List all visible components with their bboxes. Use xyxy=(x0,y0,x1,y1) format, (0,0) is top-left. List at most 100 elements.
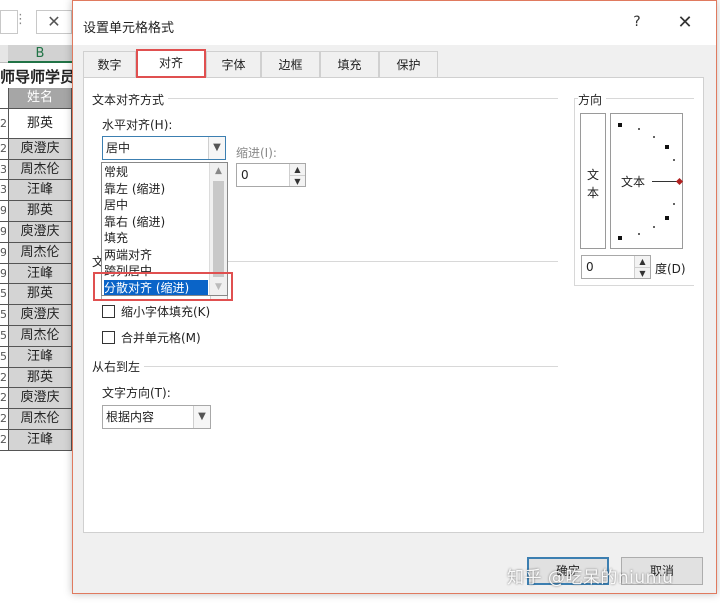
dialog-titlebar: 设置单元格格式 ? ✕ xyxy=(73,1,716,45)
row-number: 9 xyxy=(0,245,6,259)
tab-font[interactable]: 字体 xyxy=(206,51,261,77)
checkbox-box[interactable] xyxy=(102,305,115,318)
close-button[interactable]: ✕ xyxy=(673,12,697,36)
spreadsheet-background: ⋮ ✕ B 师导师学员 姓名 2 那英 2 庾澄庆 3 周杰伦 3 汪峰 9 那英 9 庾澄庆 9 周杰伦… xyxy=(0,0,80,603)
row-number: 9 xyxy=(0,204,6,218)
indent-spin-buttons[interactable]: ▲ ▼ xyxy=(289,164,305,186)
indent-spinner[interactable]: 0 ▲ ▼ xyxy=(236,163,306,187)
spin-up-icon[interactable]: ▲ xyxy=(290,164,305,175)
degrees-label: 度(D) xyxy=(655,262,686,276)
row-number xyxy=(0,88,6,108)
horizontal-align-label: 水平对齐(H): xyxy=(102,118,173,132)
name-cell[interactable]: 那英 xyxy=(8,284,72,305)
name-cell[interactable]: 汪峰 xyxy=(8,346,72,367)
format-cells-dialog: 设置单元格格式 ? ✕ 数字 对齐 字体 边框 填充 保护 文本对齐方式 水平对… xyxy=(72,0,717,594)
orientation-control: 文 本 文本 xyxy=(580,113,694,253)
table-row[interactable]: 2 那英 xyxy=(0,367,80,389)
dropdown-option[interactable]: 居中 xyxy=(104,197,208,214)
spin-down-icon[interactable]: ▼ xyxy=(635,267,650,278)
dropdown-option[interactable]: 靠左 (缩进) xyxy=(104,181,208,198)
checkbox-box[interactable] xyxy=(102,331,115,344)
merge-cells-label: 合并单元格(M) xyxy=(121,331,201,345)
text-direction-value: 根据内容 xyxy=(106,410,155,424)
cancel-formula-icon[interactable]: ✕ xyxy=(36,10,72,34)
row-number: 2 xyxy=(0,391,6,405)
row-number: 9 xyxy=(0,266,6,280)
chevron-down-icon[interactable]: ▼ xyxy=(208,137,225,159)
table-row[interactable]: 5 那英 xyxy=(0,284,80,306)
table-row[interactable]: 2 庾澄庆 xyxy=(0,138,80,160)
formula-bar-dots: ⋮ xyxy=(14,12,27,27)
name-cell[interactable]: 汪峰 xyxy=(8,263,72,284)
name-cell[interactable]: 周杰伦 xyxy=(8,325,72,346)
horizontal-align-combo[interactable]: 居中 ▼ xyxy=(102,136,226,160)
dropdown-option[interactable]: 两端对齐 xyxy=(104,247,208,264)
spin-up-icon[interactable]: ▲ xyxy=(635,256,650,267)
name-cell[interactable]: 周杰伦 xyxy=(8,242,72,263)
dropdown-option[interactable]: 常规 xyxy=(104,164,208,181)
dial-handle[interactable] xyxy=(675,177,684,186)
row-number: 5 xyxy=(0,308,6,322)
dial-marker xyxy=(618,123,622,127)
table-row[interactable]: 5 汪峰 xyxy=(0,346,80,368)
table-row[interactable]: 5 庾澄庆 xyxy=(0,305,80,326)
table-row[interactable]: 2 庾澄庆 xyxy=(0,388,80,410)
table-row[interactable]: 2 周杰伦 xyxy=(0,409,80,430)
spin-down-icon[interactable]: ▼ xyxy=(290,175,305,186)
table-row[interactable]: 3 周杰伦 xyxy=(0,159,80,181)
dial-marker xyxy=(665,145,669,149)
scroll-thumb[interactable] xyxy=(213,181,224,277)
help-button[interactable]: ? xyxy=(627,14,647,34)
name-cell[interactable]: 那英 xyxy=(8,367,72,388)
dropdown-option[interactable]: 靠右 (缩进) xyxy=(104,214,208,231)
name-cell[interactable]: 周杰伦 xyxy=(8,409,72,429)
table-row[interactable]: 9 汪峰 xyxy=(0,263,80,285)
table-header-row[interactable]: 姓名 xyxy=(0,88,80,109)
tab-fill[interactable]: 填充 xyxy=(320,51,379,77)
column-header-bar: B xyxy=(0,45,80,63)
table-row[interactable]: 2 汪峰 xyxy=(0,429,80,451)
dial-marker xyxy=(618,236,622,240)
degrees-spinner[interactable]: 0 ▲ ▼ xyxy=(581,255,651,279)
table-row[interactable]: 5 周杰伦 xyxy=(0,325,80,347)
table-row[interactable]: 2 那英 xyxy=(0,108,80,139)
table-row[interactable]: 3 汪峰 xyxy=(0,180,80,202)
table-row[interactable]: 9 那英 xyxy=(0,201,80,222)
tab-protection[interactable]: 保护 xyxy=(379,51,438,77)
vertical-text-button[interactable]: 文 本 xyxy=(580,113,606,249)
table-row[interactable]: 9 周杰伦 xyxy=(0,242,80,264)
text-direction-label: 文字方向(T): xyxy=(102,386,171,400)
name-cell[interactable]: 庾澄庆 xyxy=(8,305,72,325)
row-number: 2 xyxy=(0,432,6,446)
sheet-rows: 姓名 2 那英 2 庾澄庆 3 周杰伦 3 汪峰 9 那英 9 庾澄庆 9 周杰伦 9 汪峰 5 那英 5 庾澄庆 5 周… xyxy=(0,88,80,451)
name-cell[interactable]: 汪峰 xyxy=(8,180,72,201)
orientation-dial[interactable]: 文本 xyxy=(610,113,684,249)
row-number: 5 xyxy=(0,287,6,301)
sheet-title: 师导师学员 xyxy=(0,68,76,86)
tab-alignment[interactable]: 对齐 xyxy=(136,49,206,78)
vertical-text-char: 文 xyxy=(587,168,600,182)
row-number: 2 xyxy=(0,370,6,384)
name-cell[interactable]: 汪峰 xyxy=(8,429,72,450)
name-cell[interactable]: 周杰伦 xyxy=(8,159,72,180)
name-cell[interactable]: 庾澄庆 xyxy=(8,138,72,159)
name-cell[interactable]: 那英 xyxy=(8,201,72,221)
text-direction-combo[interactable]: 根据内容 ▼ xyxy=(102,405,211,429)
dial-dot xyxy=(653,136,655,138)
name-cell[interactable]: 那英 xyxy=(8,108,72,138)
header-cell-name[interactable]: 姓名 xyxy=(8,88,72,108)
column-header-b[interactable]: B xyxy=(8,45,72,63)
chevron-down-icon[interactable]: ▼ xyxy=(193,406,210,428)
tab-number[interactable]: 数字 xyxy=(83,51,136,77)
indent-label: 缩进(I): xyxy=(236,146,277,160)
highlight-box xyxy=(93,272,233,301)
table-row[interactable]: 9 庾澄庆 xyxy=(0,221,80,243)
name-cell[interactable]: 庾澄庆 xyxy=(8,221,72,242)
row-number: 5 xyxy=(0,328,6,342)
tab-border[interactable]: 边框 xyxy=(261,51,320,77)
degrees-spin-buttons[interactable]: ▲ ▼ xyxy=(634,256,650,278)
scroll-up-icon[interactable]: ▲ xyxy=(210,163,227,179)
dropdown-option[interactable]: 填充 xyxy=(104,230,208,247)
row-number: 5 xyxy=(0,349,6,363)
name-cell[interactable]: 庾澄庆 xyxy=(8,388,72,409)
